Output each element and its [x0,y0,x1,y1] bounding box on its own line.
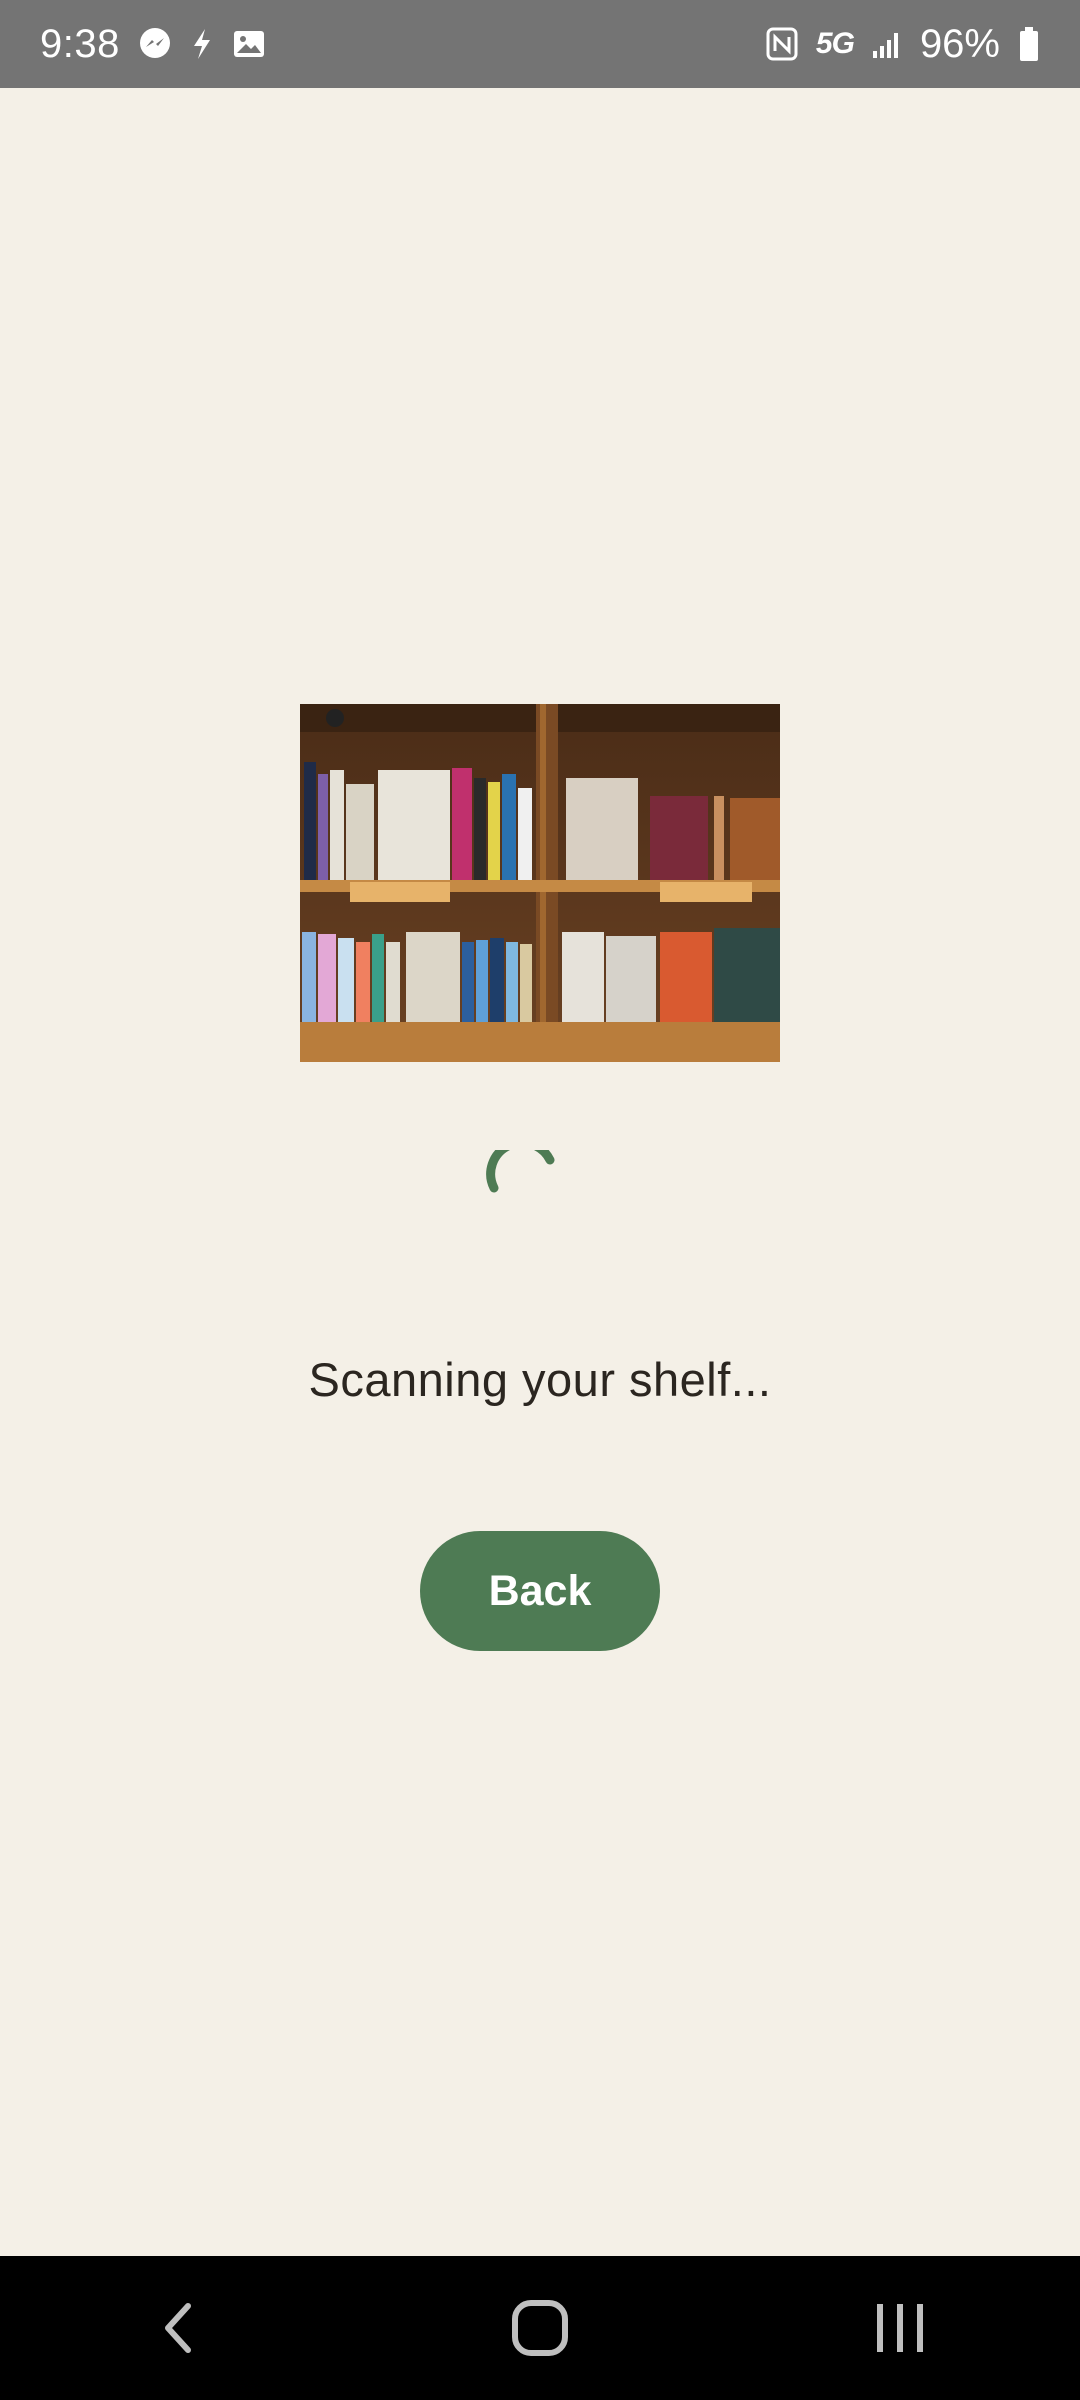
5g-icon: 5G [815,27,855,60]
loading-spinner-icon [480,1138,560,1230]
bookshelf-photo [300,704,780,1062]
battery-percent: 96% [919,21,1000,66]
nfc-icon [766,27,798,61]
home-nav-icon[interactable] [480,2268,600,2388]
status-bar: 9:38 5G 96% [0,0,1080,88]
status-time: 9:38 [40,21,120,66]
battery-icon [1018,26,1040,62]
status-right-group: 5G 96% [766,22,1040,67]
navigation-bar [0,2256,1080,2400]
scanning-status-text: Scanning your shelf... [308,1353,772,1406]
gallery-icon [232,28,266,60]
back-button[interactable]: Back [420,1531,660,1651]
messenger-icon [138,27,172,61]
back-nav-icon[interactable] [120,2268,240,2388]
signal-icon [872,29,902,59]
status-left-group: 9:38 [40,22,266,67]
recents-nav-icon[interactable] [840,2268,960,2388]
flash-icon [190,27,214,61]
